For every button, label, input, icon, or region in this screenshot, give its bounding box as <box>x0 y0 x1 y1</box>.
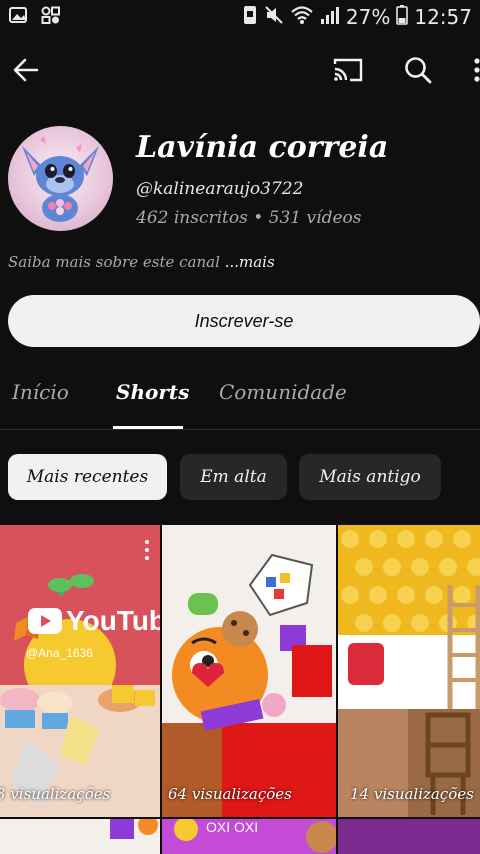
short-thumbnail-5[interactable]: OXI OXI <box>162 819 336 854</box>
youtube-logo-badge <box>28 608 62 634</box>
short-2-artwork <box>162 553 336 817</box>
chip-em-alta[interactable]: Em alta <box>180 454 287 500</box>
about-more-link[interactable]: ...mais <box>225 253 275 271</box>
apps-notification-icon <box>40 5 62 30</box>
channel-handle: @kalinearaujo3722 <box>136 179 304 199</box>
gallery-notification-icon <box>8 5 30 30</box>
watermark-username: @Ana_1636 <box>26 646 93 660</box>
short-thumbnail-3[interactable]: 14 visualizações <box>338 525 480 817</box>
screenshot-icon <box>242 5 258 30</box>
tab-inicio[interactable]: Início <box>12 380 69 404</box>
back-button[interactable] <box>6 50 46 90</box>
status-bar: 27% 12:57 <box>0 0 480 34</box>
wifi-icon <box>290 5 314 30</box>
tab-comunidade[interactable]: Comunidade <box>219 380 347 404</box>
subscribe-button[interactable]: Inscrever-se <box>8 295 480 347</box>
mute-icon <box>264 5 284 30</box>
chip-mais-antigo[interactable]: Mais antigo <box>299 454 441 500</box>
clock: 12:57 <box>414 5 472 29</box>
battery-icon <box>396 4 409 30</box>
top-app-bar <box>0 44 480 94</box>
short-thumbnail-1[interactable]: YouTube @Ana_1636 3 visualizações <box>0 525 160 817</box>
youtube-watermark-text: YouTube <box>66 605 160 636</box>
more-options-button[interactable] <box>462 50 480 90</box>
cast-icon <box>333 58 363 82</box>
more-vert-icon <box>474 58 480 82</box>
search-icon <box>405 57 432 84</box>
stitch-avatar-illustration <box>22 136 99 222</box>
play-icon <box>41 615 51 627</box>
channel-about[interactable]: Saiba mais sobre este canal ...mais <box>8 253 275 271</box>
short-thumbnail-6[interactable] <box>338 819 480 854</box>
about-text: Saiba mais sobre este canal <box>8 253 220 271</box>
status-left <box>8 5 62 30</box>
status-right: 27% 12:57 <box>242 4 472 30</box>
short-3-views: 14 visualizações <box>350 785 474 803</box>
short-1-menu-icon[interactable] <box>142 539 152 561</box>
search-button[interactable] <box>398 50 438 90</box>
channel-stats: 462 inscritos • 531 vídeos <box>136 208 362 228</box>
tab-shorts[interactable]: Shorts <box>116 380 189 404</box>
cast-button[interactable] <box>328 50 368 90</box>
short-5-overlay-text: OXI OXI <box>206 819 259 835</box>
arrow-back-icon <box>13 58 39 82</box>
signal-icon <box>320 5 340 30</box>
channel-name: Lavínia correia <box>136 130 389 165</box>
short-2-views: 64 visualizações <box>168 785 292 803</box>
battery-percent: 27% <box>345 5 391 29</box>
short-1-views: 3 visualizações <box>0 785 111 803</box>
short-1-artwork <box>0 574 160 817</box>
channel-tabs: Início Shorts Comunidade <box>0 370 480 430</box>
short-thumbnail-4[interactable] <box>0 819 160 854</box>
short-thumbnail-2[interactable]: 64 visualizações <box>162 525 336 817</box>
chip-mais-recentes[interactable]: Mais recentes <box>8 454 167 500</box>
active-tab-indicator <box>113 426 183 429</box>
short-3-artwork <box>338 525 480 817</box>
short-4-artwork <box>110 819 158 839</box>
channel-avatar[interactable] <box>8 126 113 231</box>
